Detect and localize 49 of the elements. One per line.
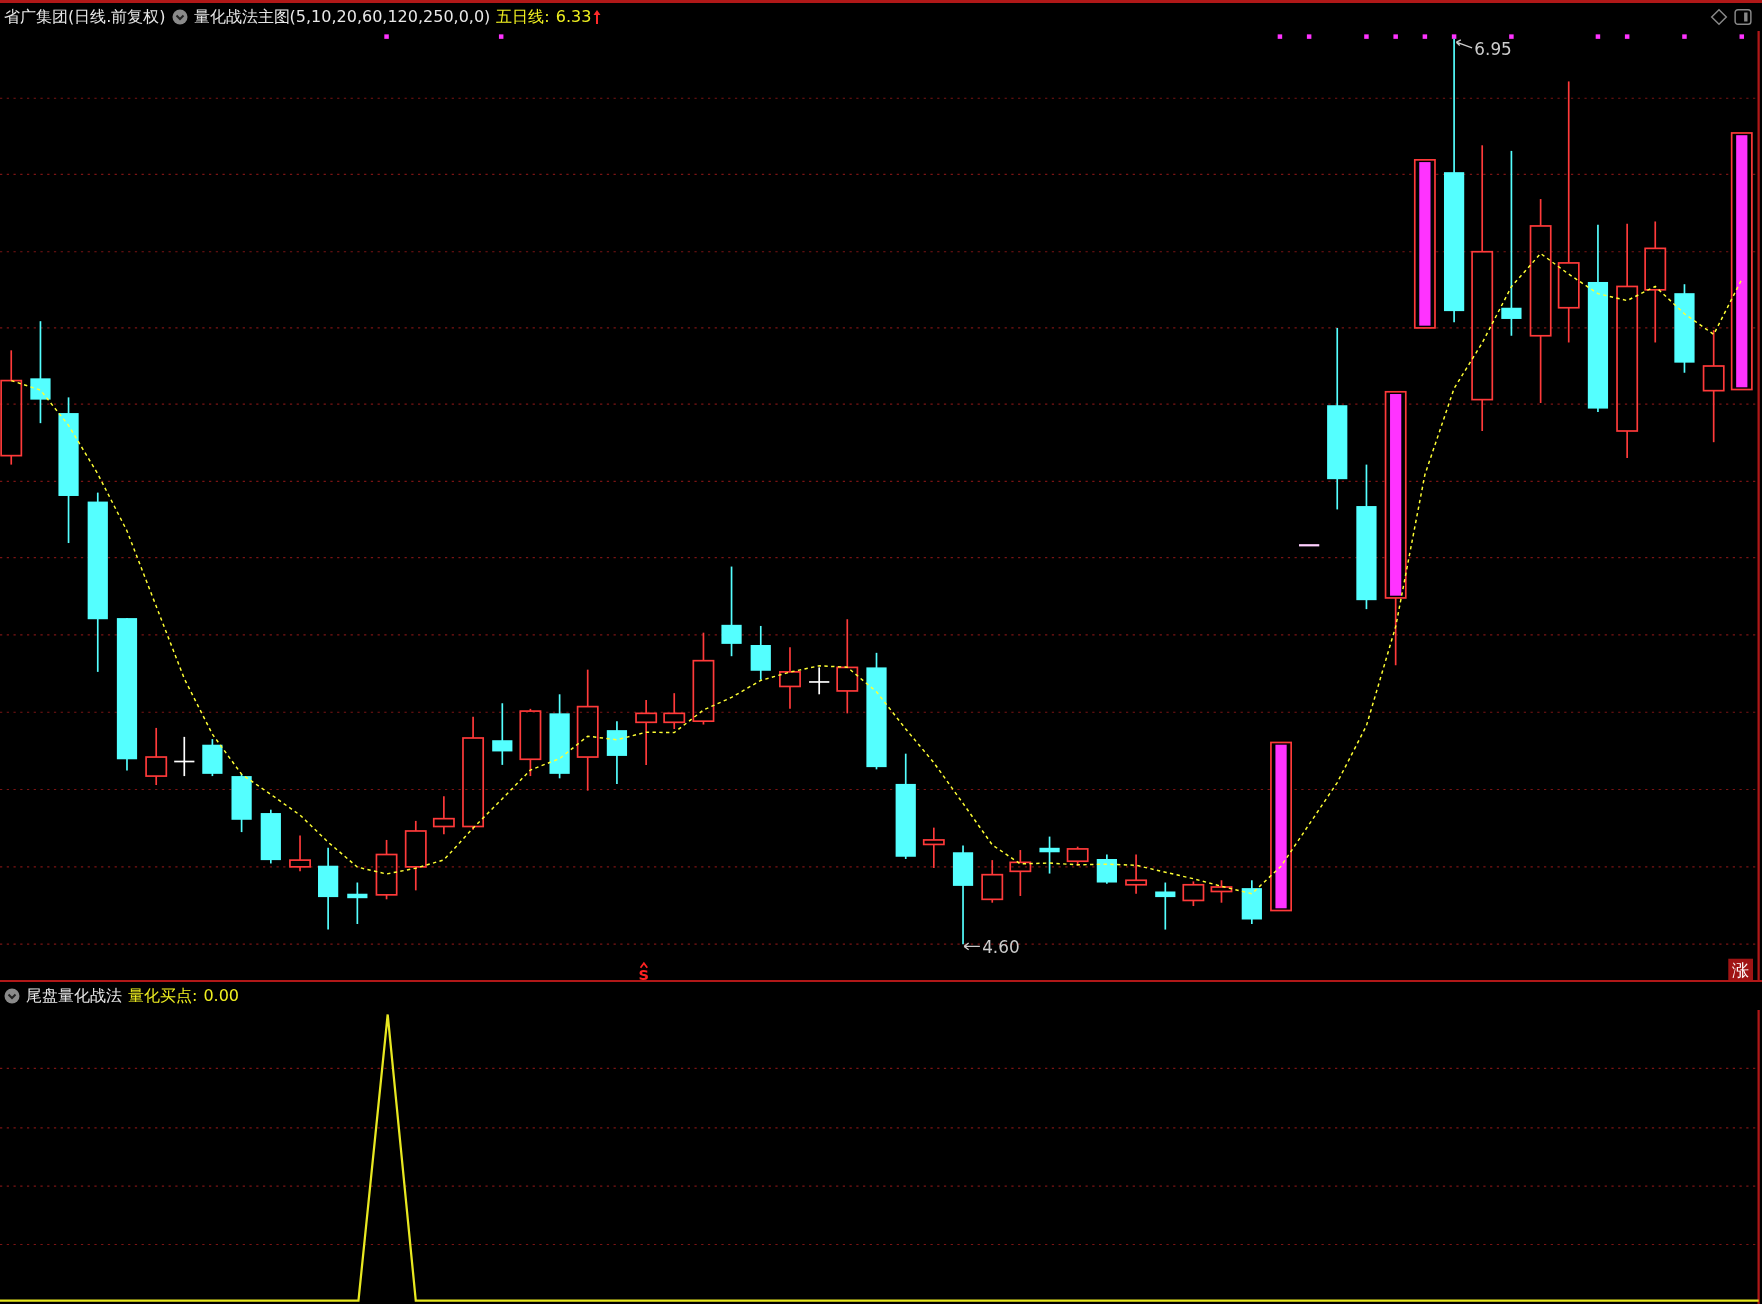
candlestick: [1241, 879, 1262, 925]
candlestick: [1210, 879, 1233, 904]
candlestick: [519, 708, 542, 777]
up-arrow-icon: [593, 9, 602, 25]
sell-marker: S: [638, 966, 650, 980]
candlestick: [1009, 849, 1032, 897]
candlestick: [145, 727, 168, 786]
candlestick: [432, 795, 455, 836]
dash-mark: [1299, 544, 1320, 547]
candlestick: [922, 826, 945, 869]
candlestick: [1125, 853, 1148, 895]
candlestick: [981, 859, 1004, 904]
collapse-icon[interactable]: [171, 9, 188, 25]
candlestick: [1182, 880, 1205, 907]
indicator-name: 尾盘量化战法: [26, 986, 122, 1006]
ma-value: 6.33: [555, 7, 592, 27]
value-reading: 0.00: [203, 986, 239, 1006]
candlestick: [779, 646, 801, 710]
candlestick: [260, 808, 281, 865]
candlestick: [231, 773, 252, 833]
candlestick: [1066, 845, 1089, 867]
panel-toggle-icon[interactable]: [1734, 8, 1752, 26]
caret-icon: [639, 961, 649, 969]
candlestick: [173, 736, 196, 777]
candlestick: [750, 625, 771, 681]
candlestick: [492, 702, 513, 766]
candlestick: [1096, 853, 1117, 885]
arrow-icon: [963, 942, 981, 951]
candlestick: [1039, 835, 1060, 875]
rise-badge: 涨: [1728, 958, 1753, 980]
candlestick: [606, 720, 628, 785]
price-label: 6.95: [1474, 38, 1512, 59]
price-label: 4.60: [982, 937, 1020, 958]
collapse-icon[interactable]: [4, 988, 20, 1004]
candlestick: [808, 666, 831, 696]
candlestick: [202, 738, 223, 777]
stock-title: 省广集团(日线.前复权): [4, 7, 166, 27]
value-label: 量化买点:: [128, 986, 198, 1006]
candlestick: [635, 699, 658, 766]
candlestick: [375, 839, 398, 901]
candlestick: [289, 834, 311, 873]
candlestick: [347, 881, 368, 925]
candlestick: [663, 692, 686, 730]
diamond-icon[interactable]: [1710, 8, 1728, 26]
candlestick: [404, 820, 427, 892]
ma-label: 五日线:: [496, 7, 550, 27]
arrow-icon: [1455, 39, 1473, 49]
candlestick: [1155, 881, 1176, 931]
indicator-name: 量化战法主图(5,10,20,60,120,250,0,0): [193, 7, 491, 27]
